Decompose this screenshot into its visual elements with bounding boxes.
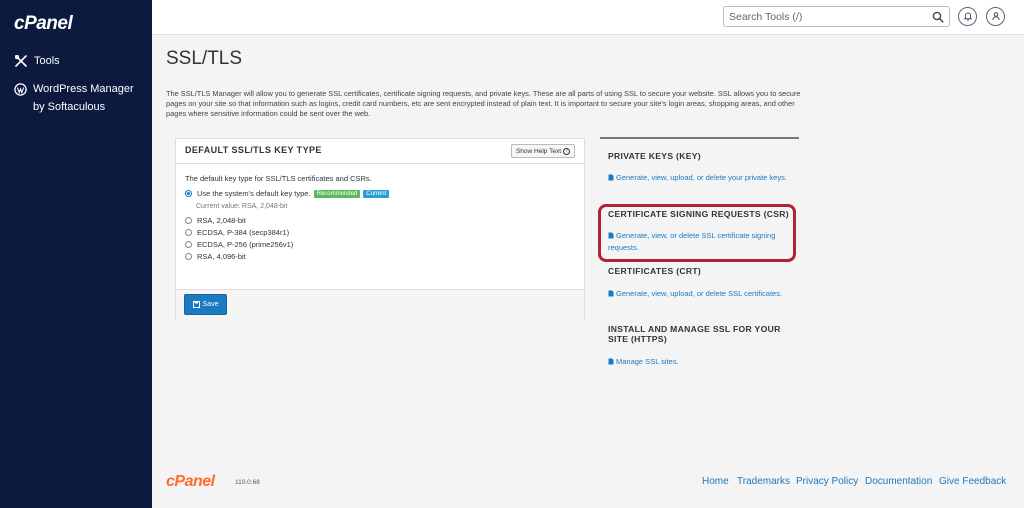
csr-highlight-annotation (598, 204, 796, 262)
radio-button[interactable] (185, 241, 192, 248)
footer-link-privacy-policy[interactable]: Privacy Policy (796, 476, 858, 487)
tools-icon (14, 54, 28, 68)
footer-link-give-feedback[interactable]: Give Feedback (939, 476, 1006, 487)
notifications-button[interactable] (958, 7, 977, 26)
wordpress-icon (14, 82, 27, 96)
save-label: Save (202, 301, 219, 308)
current-value-text: Current value: RSA, 2,048-bit (196, 203, 288, 210)
certificates-heading: CERTIFICATES (CRT) (608, 266, 702, 276)
question-icon: ? (563, 147, 570, 155)
document-icon (608, 289, 614, 297)
option-label: ECDSA, P-384 (secp384r1) (197, 228, 290, 237)
search-input[interactable] (724, 7, 924, 27)
link-text: Generate, view, upload, or delete your p… (616, 173, 787, 182)
footer-link-home[interactable]: Home (702, 476, 729, 487)
sidebar-item-wordpress-manager[interactable]: WordPress Manager by Softaculous (14, 80, 144, 116)
sidebar-item-tools[interactable]: Tools (14, 52, 60, 70)
sidebar: cPanel Tools WordPress Manager by Softac… (0, 0, 152, 508)
default-key-type-panel: DEFAULT SSL/TLS KEY TYPE Show Help Text … (175, 138, 585, 321)
radio-button-selected[interactable] (185, 190, 192, 197)
user-menu-button[interactable] (986, 7, 1005, 26)
link-text: Generate, view, upload, or delete SSL ce… (616, 289, 783, 298)
search-icon[interactable] (932, 10, 944, 23)
document-icon (608, 173, 614, 181)
sidebar-item-label: WordPress Manager by Softaculous (33, 83, 134, 113)
option-label: Use the system's default key type. (197, 189, 311, 198)
radio-button[interactable] (185, 253, 192, 260)
user-icon (991, 8, 1001, 26)
panel-footer (176, 289, 584, 321)
show-help-text-button[interactable]: Show Help Text ? (510, 144, 575, 158)
footer-cpanel-logo[interactable]: cPanel (166, 473, 215, 491)
install-ssl-heading: INSTALL AND MANAGE SSL FOR YOUR SITE (HT… (608, 324, 781, 344)
certificates-link[interactable]: Generate, view, upload, or delete SSL ce… (608, 288, 798, 300)
link-text: Manage SSL sites. (616, 357, 679, 366)
save-button[interactable]: Save (184, 294, 227, 315)
version-number: 110.0.68 (235, 479, 260, 486)
private-keys-heading: PRIVATE KEYS (KEY) (608, 151, 701, 161)
panel-title: DEFAULT SSL/TLS KEY TYPE (185, 145, 322, 155)
footer-link-documentation[interactable]: Documentation (865, 476, 932, 487)
page-intro: The SSL/TLS Manager will allow you to ge… (166, 89, 801, 119)
section-divider (600, 137, 799, 139)
document-icon (608, 357, 614, 365)
option-label: RSA, 2,048-bit (197, 216, 246, 225)
key-type-option-ecdsa-p256[interactable]: ECDSA, P-256 (prime256v1) (185, 240, 293, 249)
radio-button[interactable] (185, 229, 192, 236)
current-badge: Current (363, 189, 390, 198)
panel-header: DEFAULT SSL/TLS KEY TYPE Show Help Text … (176, 139, 584, 164)
footer-link-trademarks[interactable]: Trademarks (737, 476, 790, 487)
sidebar-item-label: Tools (34, 55, 60, 67)
key-type-option-rsa-4096[interactable]: RSA, 4,096-bit (185, 252, 246, 261)
panel-description: The default key type for SSL/TLS certifi… (185, 174, 372, 183)
top-bar (152, 0, 1024, 35)
floppy-disk-icon (192, 301, 200, 308)
key-type-option-system-default[interactable]: Use the system's default key type. Recom… (185, 189, 390, 198)
private-keys-link[interactable]: Generate, view, upload, or delete your p… (608, 172, 798, 184)
key-type-option-rsa-2048[interactable]: RSA, 2,048-bit (185, 216, 246, 225)
page-title: SSL/TLS (166, 48, 243, 69)
option-label: RSA, 4,096-bit (197, 252, 246, 261)
manage-ssl-sites-link[interactable]: Manage SSL sites. (608, 356, 798, 368)
radio-button[interactable] (185, 217, 192, 224)
key-type-option-ecdsa-p384[interactable]: ECDSA, P-384 (secp384r1) (185, 228, 289, 237)
recommended-badge: Recommended (313, 189, 361, 198)
help-button-label: Show Help Text (515, 147, 561, 155)
search-box[interactable] (723, 6, 950, 27)
option-label: ECDSA, P-256 (prime256v1) (197, 240, 294, 249)
bell-icon (962, 8, 973, 26)
cpanel-logo[interactable]: cPanel (14, 13, 73, 35)
